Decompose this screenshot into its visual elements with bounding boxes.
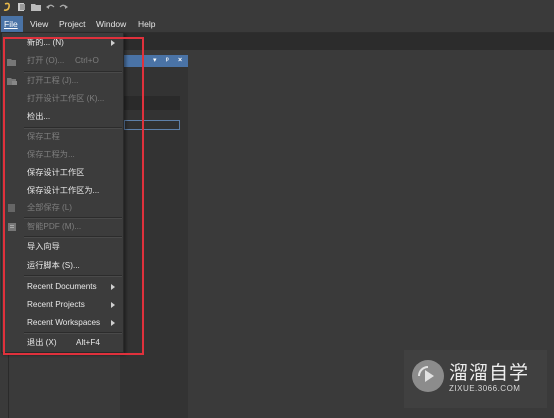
menu-item-run-script[interactable]: 运行脚本 (S)... [27,258,80,273]
menu-item-recent-workspaces[interactable]: Recent Workspaces [27,315,100,330]
menu-separator [24,332,122,334]
redo-icon[interactable] [59,2,68,12]
watermark-url: ZIXUE.3066.COM [449,384,521,393]
submenu-arrow-icon [111,284,115,290]
menu-window[interactable]: Window [93,16,129,32]
menu-project[interactable]: Project [56,16,88,32]
panel-close-icon[interactable]: × [178,55,182,67]
panel-input-field[interactable] [124,120,180,130]
menu-help[interactable]: Help [135,16,158,32]
open-folder-icon [7,59,16,66]
watermark: 溜溜自学 ZIXUE.3066.COM [404,350,547,408]
menu-file[interactable]: File [1,16,23,32]
menu-item-open-design-workspace[interactable]: 打开设计工作区 (K)... [27,91,104,106]
menu-item-save-design-workspace-as[interactable]: 保存设计工作区为... [27,183,99,198]
submenu-arrow-icon [111,40,115,46]
menu-item-recent-projects[interactable]: Recent Projects [27,297,85,312]
app-logo-icon [3,2,10,11]
panel-search-field[interactable] [124,96,180,110]
menu-bar: File View Project Window Help [0,16,554,33]
shortcut-exit: Alt+F4 [76,338,100,347]
panel-header: ▾ ᵖ × [120,55,188,67]
open-project-icon [7,78,17,85]
new-document-icon[interactable] [17,2,26,12]
panel-menu-icon[interactable]: ▾ [153,55,157,67]
menu-item-save-project[interactable]: 保存工程 [27,129,60,144]
menu-item-save-all[interactable]: 全部保存 (L) [27,200,72,215]
quick-toolbar [0,0,554,16]
menu-item-recent-documents[interactable]: Recent Documents [27,279,97,294]
menu-item-save-project-as[interactable]: 保存工程为... [27,147,75,162]
smart-pdf-icon [8,223,16,231]
undo-icon[interactable] [46,2,55,12]
save-all-icon [8,204,15,212]
watermark-title: 溜溜自学 [449,362,530,384]
menu-item-save-design-workspace[interactable]: 保存设计工作区 [27,165,84,180]
submenu-arrow-icon [111,302,115,308]
menu-item-smart-pdf[interactable]: 智能PDF (M)... [27,219,81,234]
panel-pin-icon[interactable]: ᵖ [166,55,169,67]
side-panel: ▾ ᵖ × [120,55,188,418]
watermark-logo-icon [412,360,444,392]
menu-separator [24,236,122,238]
menu-item-import-wizard[interactable]: 导入向导 [27,239,60,254]
submenu-arrow-icon [111,320,115,326]
menu-item-exit[interactable]: 退出 (X) [27,335,57,350]
menu-separator [24,275,122,277]
menu-item-new[interactable]: 新的... (N) [27,35,64,50]
shortcut-open: Ctrl+O [75,56,99,65]
menu-item-checkout[interactable]: 检出... [27,109,50,124]
menu-item-open[interactable]: 打开 (O)... [27,53,64,68]
menu-view[interactable]: View [27,16,51,32]
open-folder-icon[interactable] [31,2,42,12]
file-menu: 新的... (N) 打开 (O)... Ctrl+O 打开工程 (J)... 打… [1,32,124,353]
menu-item-open-project[interactable]: 打开工程 (J)... [27,73,78,88]
